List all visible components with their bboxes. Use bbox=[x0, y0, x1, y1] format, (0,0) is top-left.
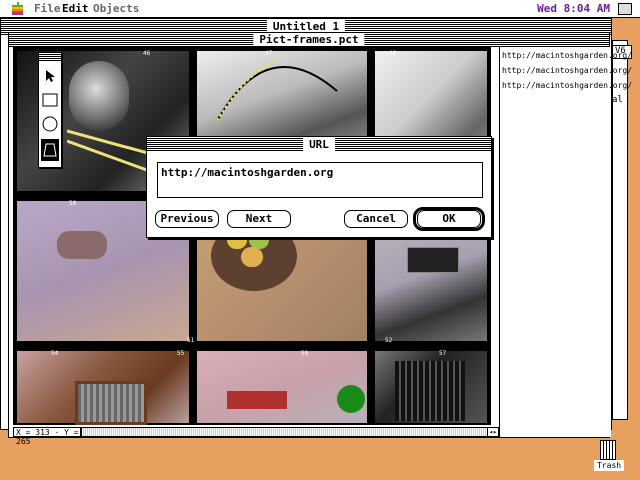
next-button[interactable]: Next bbox=[227, 210, 291, 228]
pict-frames-title: Pict-frames.pct bbox=[253, 33, 365, 46]
menu-clock[interactable]: Wed 8:04 AM bbox=[537, 2, 610, 15]
view-camera-photo bbox=[75, 381, 147, 425]
frame-number: 51 bbox=[187, 337, 195, 344]
frame-54[interactable]: 54 55 bbox=[15, 349, 191, 425]
arrow-tool-icon[interactable] bbox=[41, 65, 59, 87]
apple-icon[interactable] bbox=[12, 2, 23, 15]
frame-56[interactable]: 57 bbox=[373, 349, 489, 425]
pict-frames-titlebar[interactable]: Pict-frames.pct bbox=[9, 33, 609, 47]
coordinate-readout: X = 313 · Y = 265 bbox=[13, 427, 81, 446]
cancel-button[interactable]: Cancel bbox=[344, 210, 408, 228]
url-input[interactable]: http://macintoshgarden.org bbox=[157, 162, 483, 198]
lasso-tool-icon[interactable] bbox=[41, 139, 59, 161]
menu-file[interactable]: File bbox=[34, 2, 61, 15]
menu-objects[interactable]: Objects bbox=[93, 2, 139, 15]
scroll-arrows-icon[interactable]: ◂▸ bbox=[487, 427, 499, 437]
frame-number: 48 bbox=[389, 50, 397, 57]
horizontal-scrollbar[interactable] bbox=[81, 427, 499, 437]
url-list[interactable]: http://macintoshgarden.org/ http://macin… bbox=[499, 47, 632, 437]
trash-label[interactable]: Trash bbox=[594, 460, 625, 471]
frame-number: 57 bbox=[439, 350, 447, 357]
camera-dial-photo bbox=[407, 247, 459, 273]
url-dialog-titlebar[interactable]: URL bbox=[147, 137, 491, 151]
frame-number: 55 bbox=[177, 350, 185, 357]
bottle-photo bbox=[57, 231, 107, 259]
frame-number: 50 bbox=[69, 200, 77, 207]
camera-lens-photo bbox=[395, 361, 465, 421]
application-menu-icon[interactable] bbox=[618, 3, 632, 15]
frame-number: 56 bbox=[301, 350, 309, 357]
url-dialog-title: URL bbox=[303, 138, 335, 151]
ok-button[interactable]: OK bbox=[417, 210, 481, 228]
frame-number: 52 bbox=[385, 337, 393, 344]
url-list-item[interactable]: http://macintoshgarden.org/ bbox=[502, 51, 632, 60]
oval-tool-icon[interactable] bbox=[41, 113, 59, 135]
tool-palette-titlebar[interactable] bbox=[39, 53, 61, 61]
menu-edit[interactable]: Edit bbox=[62, 2, 89, 15]
rect-tool-icon[interactable] bbox=[41, 89, 59, 111]
al-stub: al bbox=[612, 95, 623, 105]
tool-palette bbox=[38, 52, 62, 168]
url-dialog: URL http://macintoshgarden.org Previous … bbox=[146, 136, 492, 238]
frame-number: 54 bbox=[51, 350, 59, 357]
url-list-item[interactable]: http://macintoshgarden.org/ bbox=[502, 66, 632, 75]
url-list-item[interactable]: http://macintoshgarden.org/ bbox=[502, 81, 632, 90]
frame-55[interactable]: 56 bbox=[195, 349, 369, 425]
previous-button[interactable]: Previous bbox=[155, 210, 219, 228]
frame-number: 46 bbox=[143, 50, 151, 57]
trash-icon[interactable] bbox=[600, 440, 616, 460]
green-glass-photo bbox=[337, 385, 365, 413]
menu-bar: File Edit Objects Wed 8:04 AM bbox=[0, 0, 640, 18]
